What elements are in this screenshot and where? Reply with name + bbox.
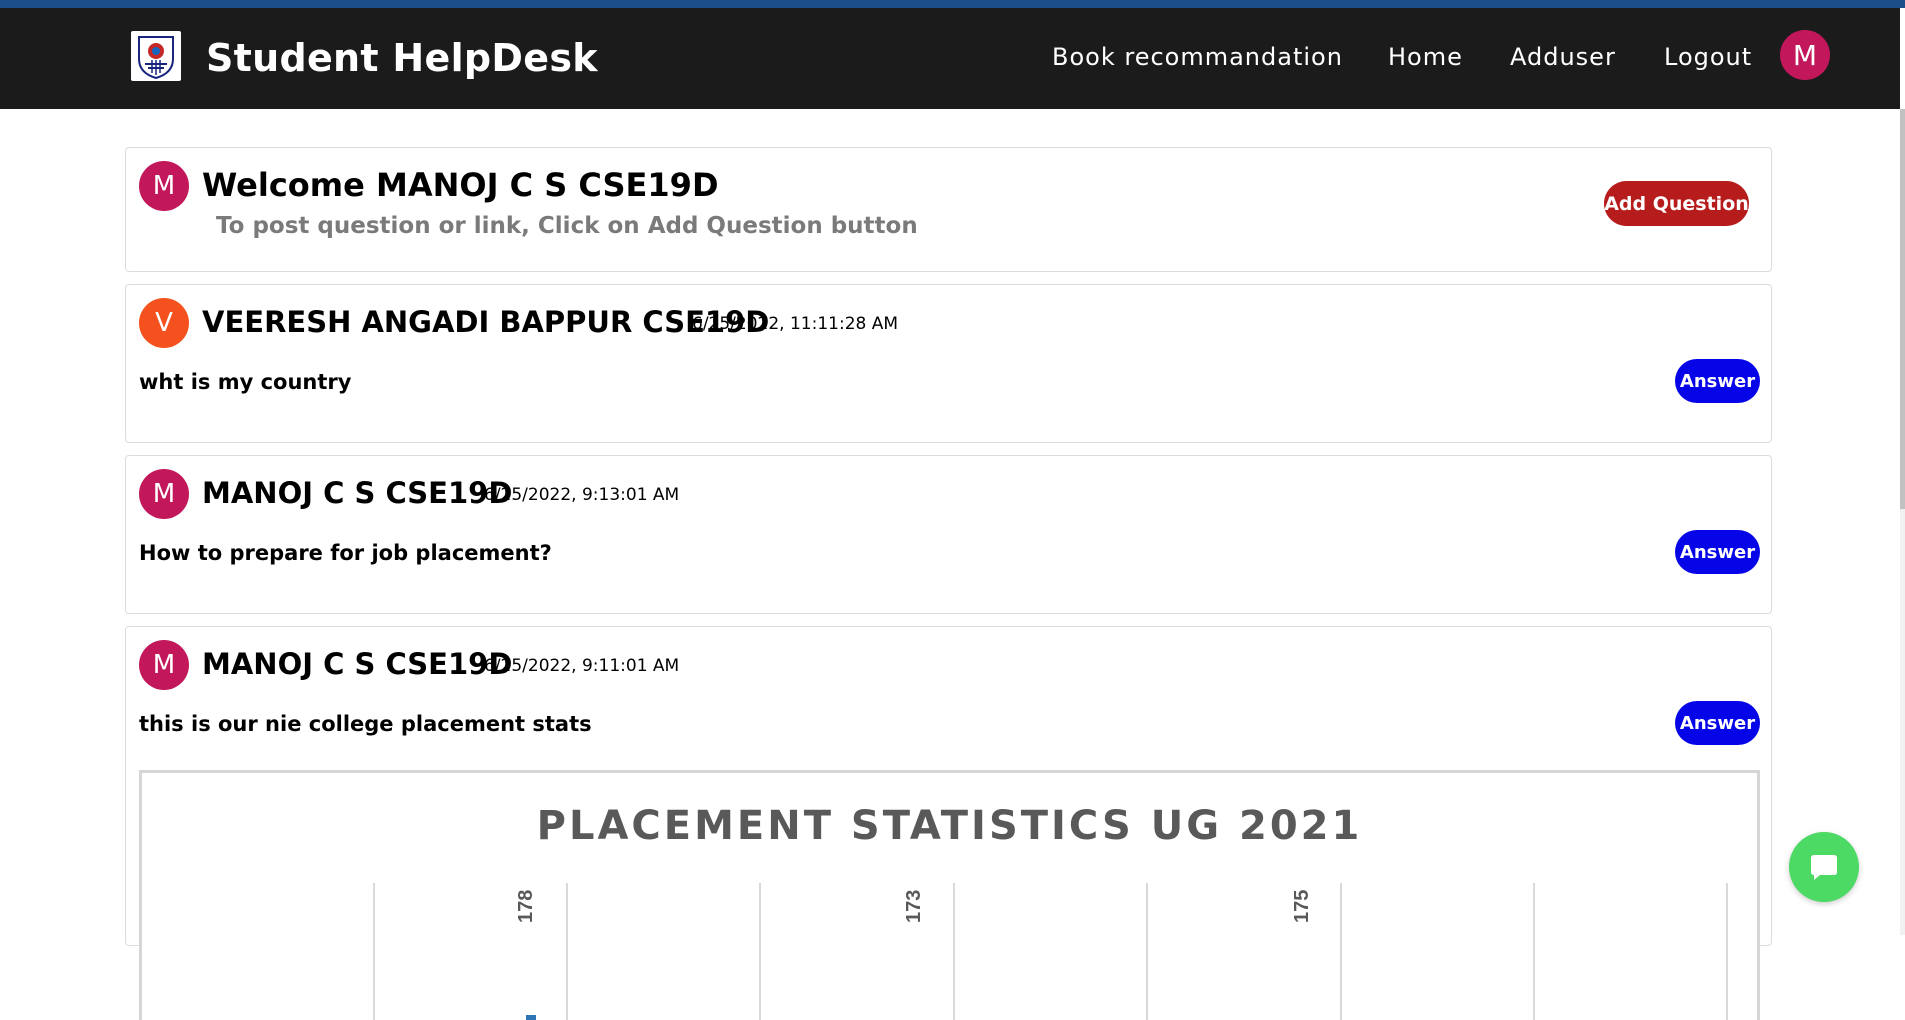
- welcome-card: M Welcome MANOJ C S CSE19D To post quest…: [125, 147, 1772, 272]
- author-avatar: M: [139, 640, 189, 690]
- chart-data-label: 175: [1291, 890, 1313, 923]
- chart-bar: [526, 1015, 536, 1020]
- question-card: V VEERESH ANGADI BAPPUR CSE19D 6/25/2022…: [125, 284, 1772, 443]
- author-avatar: V: [139, 298, 189, 348]
- question-timestamp: 6/25/2022, 11:11:28 AM: [692, 314, 899, 334]
- question-text: this is our nie college placement stats: [139, 712, 592, 736]
- author-avatar: M: [139, 469, 189, 519]
- question-timestamp: 6/25/2022, 9:13:01 AM: [484, 485, 680, 505]
- question-author: MANOJ C S CSE19D: [202, 476, 513, 510]
- chat-bubble-icon: [1811, 855, 1837, 880]
- answer-button[interactable]: Answer: [1675, 359, 1760, 403]
- nav-logout[interactable]: Logout: [1664, 43, 1752, 71]
- nav-book-recommendation[interactable]: Book recommandation: [1052, 43, 1343, 71]
- nav-home[interactable]: Home: [1388, 43, 1463, 71]
- college-logo[interactable]: [131, 31, 181, 81]
- question-author: VEERESH ANGADI BAPPUR CSE19D: [202, 305, 770, 339]
- chat-button[interactable]: [1789, 832, 1859, 902]
- welcome-avatar: M: [139, 161, 189, 211]
- welcome-subtitle: To post question or link, Click on Add Q…: [216, 213, 918, 239]
- question-author: MANOJ C S CSE19D: [202, 647, 513, 681]
- navbar: Student HelpDesk Book recommandation Hom…: [0, 8, 1900, 109]
- question-timestamp: 6/25/2022, 9:11:01 AM: [484, 656, 680, 676]
- nav-adduser[interactable]: Adduser: [1510, 43, 1616, 71]
- answer-button[interactable]: Answer: [1675, 701, 1760, 745]
- browser-top-strip: [0, 0, 1905, 8]
- question-card: M MANOJ C S CSE19D 6/25/2022, 9:11:01 AM…: [125, 626, 1772, 1020]
- welcome-title: Welcome MANOJ C S CSE19D: [202, 166, 719, 204]
- chart-data-label: 178: [515, 890, 537, 923]
- question-card: M MANOJ C S CSE19D 6/25/2022, 9:13:01 AM…: [125, 455, 1772, 614]
- question-text: wht is my country: [139, 370, 352, 394]
- chart-plot: 178 173 175: [373, 883, 1728, 1020]
- scrollbar-thumb[interactable]: [1900, 109, 1905, 509]
- question-text: How to prepare for job placement?: [139, 541, 552, 565]
- add-question-button[interactable]: Add Question: [1604, 181, 1749, 226]
- brand-title[interactable]: Student HelpDesk: [206, 36, 598, 80]
- placement-chart-image: PLACEMENT STATISTICS UG 2021 178 173 175: [139, 770, 1760, 1020]
- chart-data-label: 173: [903, 890, 925, 923]
- page-scrollbar[interactable]: [1900, 109, 1905, 935]
- user-avatar[interactable]: M: [1780, 30, 1830, 80]
- answer-button[interactable]: Answer: [1675, 530, 1760, 574]
